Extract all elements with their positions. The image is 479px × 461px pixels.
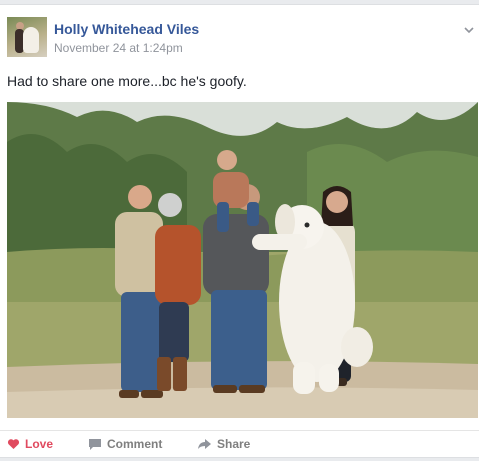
- post-timestamp[interactable]: November 24 at 1:24pm: [54, 41, 183, 55]
- love-label: Love: [25, 437, 54, 451]
- post-card: Holly Whitehead Viles November 24 at 1:2…: [0, 4, 479, 458]
- chevron-down-icon[interactable]: [463, 23, 475, 35]
- heart-icon: [7, 438, 20, 450]
- post-photo[interactable]: [7, 102, 478, 418]
- post-header: Holly Whitehead Viles November 24 at 1:2…: [7, 17, 479, 61]
- share-button[interactable]: Share: [197, 437, 250, 451]
- comment-bubble-icon: [88, 438, 102, 451]
- author-name[interactable]: Holly Whitehead Viles: [54, 21, 199, 37]
- avatar[interactable]: [7, 17, 47, 57]
- comment-label: Comment: [107, 437, 163, 451]
- comment-button[interactable]: Comment: [88, 437, 162, 451]
- post-text: Had to share one more...bc he's goofy.: [7, 73, 247, 89]
- love-button[interactable]: Love: [7, 437, 53, 451]
- share-arrow-icon: [197, 438, 212, 450]
- post-action-bar: Love Comment Share: [0, 430, 479, 461]
- share-label: Share: [217, 437, 251, 451]
